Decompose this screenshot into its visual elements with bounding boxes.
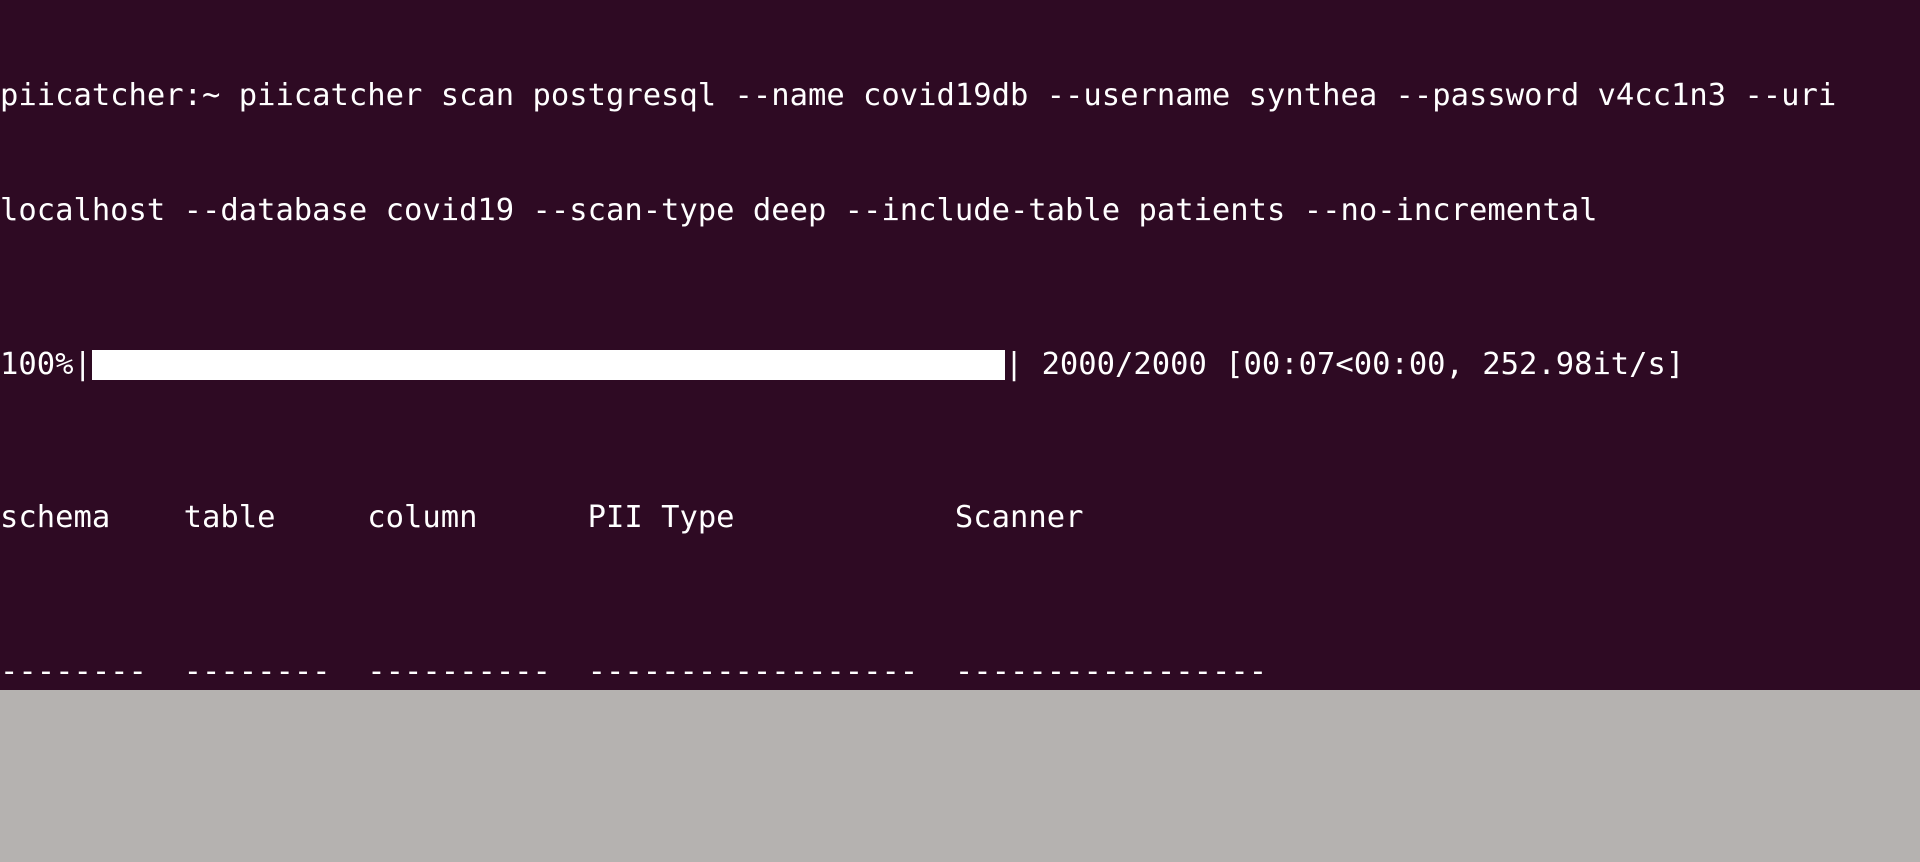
separator-pii-type: ------------------: [587, 653, 955, 689]
header-pii-type: PII Type: [587, 500, 955, 536]
separator-table: --------: [183, 653, 368, 689]
progress-percent-label: 100%: [0, 346, 74, 382]
desktop-background: [0, 690, 1920, 862]
separator-scanner: -----------------: [954, 653, 1268, 689]
progress-stats: 2000/2000 [00:07<00:00, 252.98it/s]: [1023, 346, 1685, 382]
table-separator-row: -------- -------- ---------- -----------…: [0, 653, 1920, 690]
terminal-window[interactable]: piicatcher:~ piicatcher scan postgresql …: [0, 0, 1920, 690]
command-line-1: piicatcher:~ piicatcher scan postgresql …: [0, 77, 1837, 113]
table-header-row: schema table column PII Type Scanner: [0, 499, 1920, 537]
progress-bar: 100% | | 2000/2000 [00:07<00:00, 252.98i…: [0, 346, 1920, 384]
separator-column: ----------: [367, 653, 588, 689]
command-line-2: localhost --database covid19 --scan-type…: [0, 193, 1598, 229]
header-scanner: Scanner: [954, 500, 1084, 536]
progress-fill: [91, 349, 1005, 380]
header-schema: schema: [0, 500, 184, 536]
progress-open-bracket: |: [73, 346, 92, 382]
separator-schema: --------: [0, 653, 184, 689]
header-column: column: [367, 500, 588, 536]
header-table: table: [183, 500, 368, 536]
progress-close-bracket: |: [1004, 346, 1024, 382]
